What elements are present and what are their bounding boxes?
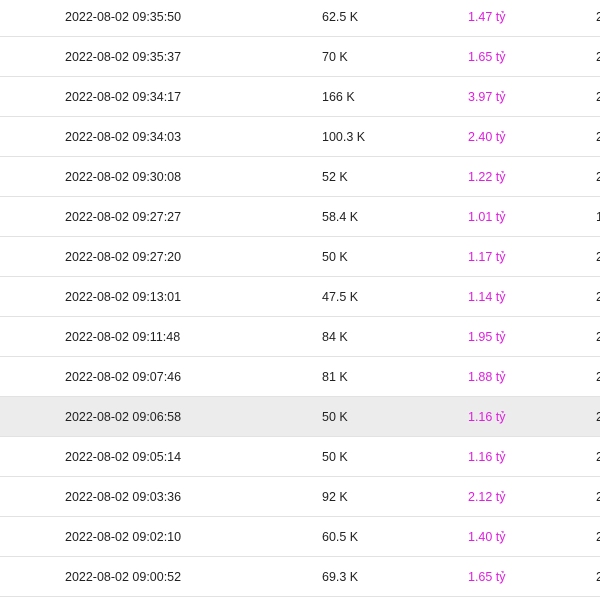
trade-next-column: 2: [596, 570, 600, 584]
table-row[interactable]: 2022-08-02 09:02:10 60.5 K 1.40 tỷ 2: [0, 517, 600, 557]
table-row[interactable]: 2022-08-02 09:11:48 84 K 1.95 tỷ 2: [0, 317, 600, 357]
trade-time: 2022-08-02 09:34:03: [65, 130, 182, 144]
trade-next-column: 2: [596, 130, 600, 144]
trade-value: 1.14 tỷ: [468, 290, 506, 304]
trade-volume: 50 K: [322, 250, 348, 264]
table-row[interactable]: 2022-08-02 09:13:01 47.5 K 1.14 tỷ 2: [0, 277, 600, 317]
trade-time: 2022-08-02 09:13:01: [65, 290, 182, 304]
trade-next-column: 2: [596, 290, 600, 304]
trade-value: 1.47 tỷ: [468, 10, 506, 24]
trade-volume: 52 K: [322, 170, 348, 184]
trade-value: 1.16 tỷ: [468, 450, 506, 464]
trade-next-column: 2: [596, 10, 600, 24]
trade-value: 1.88 tỷ: [468, 370, 506, 384]
trade-next-column: 2: [596, 490, 600, 504]
table-row[interactable]: 2022-08-02 09:03:36 92 K 2.12 tỷ 2: [0, 477, 600, 517]
trade-volume: 100.3 K: [322, 130, 366, 144]
transaction-table: 2022-08-02 09:35:50 62.5 K 1.47 tỷ 2 2022-08…: [0, 0, 600, 600]
trade-time: 2022-08-02 09:07:46: [65, 370, 182, 384]
table-row[interactable]: 2022-08-02 09:34:03 100.3 K 2.40 tỷ 2: [0, 117, 600, 157]
trade-next-column: 2: [596, 90, 600, 104]
trade-time: 2022-08-02 09:06:58: [65, 410, 182, 424]
trade-value: 2.40 tỷ: [468, 130, 506, 144]
trade-time: 2022-08-02 09:03:36: [65, 490, 182, 504]
table-row[interactable]: 2022-08-02 09:27:20 50 K 1.17 tỷ 2: [0, 237, 600, 277]
trade-value: 1.65 tỷ: [468, 570, 506, 584]
trade-next-column: 2: [596, 50, 600, 64]
table-row[interactable]: 2022-08-02 09:35:50 62.5 K 1.47 tỷ 2: [0, 0, 600, 37]
trade-volume: 84 K: [322, 330, 348, 344]
trade-volume: 81 K: [322, 370, 348, 384]
table-row[interactable]: 2022-08-02 09:30:08 52 K 1.22 tỷ 2: [0, 157, 600, 197]
table-row[interactable]: 2022-08-02 09:35:37 70 K 1.65 tỷ 2: [0, 37, 600, 77]
trade-time: 2022-08-02 09:05:14: [65, 450, 182, 464]
trade-next-column: 2: [596, 410, 600, 424]
table-row[interactable]: 2022-08-02 09:27:27 58.4 K 1.01 tỷ 1: [0, 197, 600, 237]
trade-value: 1.95 tỷ: [468, 330, 506, 344]
trade-next-column: 1: [596, 210, 600, 224]
trade-next-column: 2: [596, 370, 600, 384]
trade-next-column: 2: [596, 450, 600, 464]
trade-value: 1.65 tỷ: [468, 50, 506, 64]
trade-volume: 58.4 K: [322, 210, 359, 224]
trade-value: 1.22 tỷ: [468, 170, 506, 184]
trade-value: 1.17 tỷ: [468, 250, 506, 264]
trade-value: 1.16 tỷ: [468, 410, 506, 424]
trade-time: 2022-08-02 09:34:17: [65, 90, 182, 104]
table-row[interactable]: 2022-08-02 09:00:52 69.3 K 1.65 tỷ 2: [0, 557, 600, 597]
table-row[interactable]: 2022-08-02 09:34:17 166 K 3.97 tỷ 2: [0, 77, 600, 117]
trade-volume: 69.3 K: [322, 570, 359, 584]
trade-value: 2.12 tỷ: [468, 490, 506, 504]
table-row[interactable]: 2022-08-02 09:07:46 81 K 1.88 tỷ 2: [0, 357, 600, 397]
trade-time: 2022-08-02 09:02:10: [65, 530, 182, 544]
trade-next-column: 2: [596, 330, 600, 344]
trade-volume: 50 K: [322, 450, 348, 464]
trade-time: 2022-08-02 09:11:48: [65, 330, 181, 344]
trade-value: 3.97 tỷ: [468, 90, 506, 104]
trade-next-column: 2: [596, 530, 600, 544]
trade-time: 2022-08-02 09:27:27: [65, 210, 182, 224]
trade-value: 1.01 tỷ: [468, 210, 506, 224]
trade-time: 2022-08-02 09:00:52: [65, 570, 182, 584]
trade-volume: 92 K: [322, 490, 348, 504]
trade-volume: 62.5 K: [322, 10, 359, 24]
trade-volume: 50 K: [322, 410, 348, 424]
table-row[interactable]: 2022-08-02 09:06:58 50 K 1.16 tỷ 2: [0, 397, 600, 437]
table-row[interactable]: 2022-08-02 09:05:14 50 K 1.16 tỷ 2: [0, 437, 600, 477]
trade-value: 1.40 tỷ: [468, 530, 506, 544]
trade-volume: 70 K: [322, 50, 348, 64]
trade-time: 2022-08-02 09:27:20: [65, 250, 182, 264]
trade-volume: 47.5 K: [322, 290, 359, 304]
trade-volume: 60.5 K: [322, 530, 359, 544]
trade-next-column: 2: [596, 250, 600, 264]
trade-time: 2022-08-02 09:35:50: [65, 10, 182, 24]
trade-time: 2022-08-02 09:30:08: [65, 170, 182, 184]
trade-time: 2022-08-02 09:35:37: [65, 50, 182, 64]
trade-volume: 166 K: [322, 90, 355, 104]
trade-next-column: 2: [596, 170, 600, 184]
